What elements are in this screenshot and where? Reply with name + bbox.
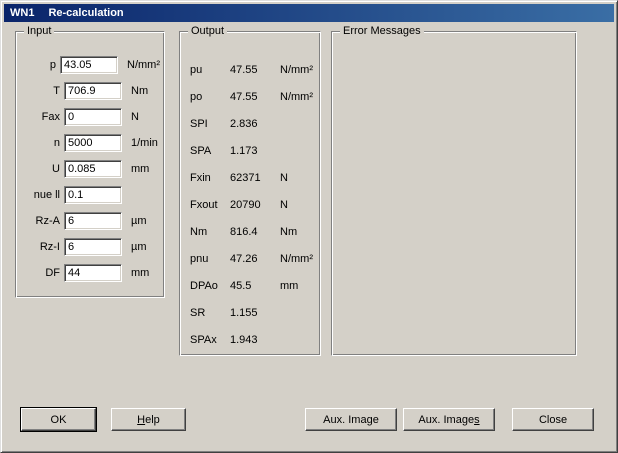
output-value: 47.55: [230, 64, 280, 76]
output-value: 816.4: [230, 226, 280, 238]
app-name: WN1: [10, 7, 34, 19]
output-row-pnu: pnu 47.26 N/mm²: [190, 245, 318, 272]
output-label: pu: [190, 64, 230, 76]
output-label: po: [190, 91, 230, 103]
input-unit-rz-a: µm: [131, 215, 147, 227]
ok-button-label: OK: [51, 414, 67, 426]
output-unit: N/mm²: [280, 91, 313, 103]
input-row-nue: nue ll: [20, 182, 160, 208]
input-row-u: U mm: [20, 156, 160, 182]
output-label: SR: [190, 307, 230, 319]
output-value: 20790: [230, 199, 280, 211]
output-label: SPAx: [190, 334, 230, 346]
output-label: pnu: [190, 253, 230, 265]
input-unit-fax: N: [131, 111, 139, 123]
output-unit: N: [280, 172, 288, 184]
output-value: 1.943: [230, 334, 280, 346]
output-value: 47.26: [230, 253, 280, 265]
input-field-u[interactable]: [64, 160, 122, 178]
dialog-title: Re-calculation: [48, 7, 123, 19]
output-value: 2.836: [230, 118, 280, 130]
output-row-po: po 47.55 N/mm²: [190, 83, 318, 110]
output-row-pu: pu 47.55 N/mm²: [190, 56, 318, 83]
input-group-label: Input: [24, 24, 54, 38]
output-value: 1.173: [230, 145, 280, 157]
input-row-n: n 1/min: [20, 130, 160, 156]
input-label-rz-i: Rz-I: [20, 241, 60, 253]
output-row-spax: SPAx 1.943: [190, 326, 318, 353]
output-rows: pu 47.55 N/mm² po 47.55 N/mm² SPI 2.836 …: [190, 56, 318, 353]
input-label-rz-a: Rz-A: [20, 215, 60, 227]
input-label-u: U: [20, 163, 60, 175]
input-row-t: T Nm: [20, 78, 160, 104]
input-unit-rz-i: µm: [131, 241, 147, 253]
output-group: Output pu 47.55 N/mm² po 47.55 N/mm² SPI…: [179, 31, 321, 356]
close-button-label: Close: [539, 414, 567, 426]
output-group-label: Output: [188, 24, 227, 38]
input-unit-u: mm: [131, 163, 149, 175]
input-unit-n: 1/min: [131, 137, 158, 149]
output-unit: mm: [280, 280, 298, 292]
output-label: DPAo: [190, 280, 230, 292]
output-row-fxin: Fxin 62371 N: [190, 164, 318, 191]
input-unit-p: N/mm²: [127, 59, 160, 71]
output-value: 45.5: [230, 280, 280, 292]
output-label: SPI: [190, 118, 230, 130]
input-label-fax: Fax: [20, 111, 60, 123]
input-field-p[interactable]: [60, 56, 118, 74]
output-unit: N/mm²: [280, 64, 313, 76]
input-rows: p N/mm² T Nm Fax N n 1/min U: [20, 52, 160, 286]
input-row-rz-i: Rz-I µm: [20, 234, 160, 260]
input-unit-df: mm: [131, 267, 149, 279]
output-row-dpao: DPAo 45.5 mm: [190, 272, 318, 299]
input-row-rz-a: Rz-A µm: [20, 208, 160, 234]
input-label-t: T: [20, 85, 60, 97]
input-label-p: p: [20, 59, 56, 71]
output-unit: Nm: [280, 226, 297, 238]
help-button-label: Help: [137, 414, 160, 426]
input-field-t[interactable]: [64, 82, 122, 100]
output-value: 1.155: [230, 307, 280, 319]
output-value: 62371: [230, 172, 280, 184]
dialog-window: WN1 Re-calculation Input p N/mm² T Nm Fa…: [0, 0, 618, 453]
output-label: SPA: [190, 145, 230, 157]
output-row-sr: SR 1.155: [190, 299, 318, 326]
input-row-fax: Fax N: [20, 104, 160, 130]
output-row-nm: Nm 816.4 Nm: [190, 218, 318, 245]
aux-image-button[interactable]: Aux. Image: [305, 408, 397, 431]
output-value: 47.55: [230, 91, 280, 103]
output-unit: N: [280, 199, 288, 211]
input-field-nue[interactable]: [64, 186, 122, 204]
aux-image-button-label: Aux. Image: [323, 414, 379, 426]
input-field-rz-i[interactable]: [64, 238, 122, 256]
output-row-spi: SPI 2.836: [190, 110, 318, 137]
error-messages-group: Error Messages: [331, 31, 577, 356]
input-row-df: DF mm: [20, 260, 160, 286]
aux-images-button[interactable]: Aux. Images: [403, 408, 495, 431]
output-unit: N/mm²: [280, 253, 313, 265]
input-field-rz-a[interactable]: [64, 212, 122, 230]
output-row-spa: SPA 1.173: [190, 137, 318, 164]
ok-button[interactable]: OK: [21, 408, 96, 431]
input-label-nue: nue ll: [20, 189, 60, 201]
output-row-fxout: Fxout 20790 N: [190, 191, 318, 218]
aux-images-button-label: Aux. Images: [418, 414, 479, 426]
input-field-fax[interactable]: [64, 108, 122, 126]
close-button[interactable]: Close: [512, 408, 594, 431]
output-label: Fxin: [190, 172, 230, 184]
input-group: Input p N/mm² T Nm Fax N n 1/min: [15, 31, 165, 298]
input-unit-t: Nm: [131, 85, 148, 97]
input-field-df[interactable]: [64, 264, 122, 282]
help-button[interactable]: Help: [111, 408, 186, 431]
title-bar[interactable]: WN1 Re-calculation: [4, 4, 614, 22]
input-label-df: DF: [20, 267, 60, 279]
output-label: Fxout: [190, 199, 230, 211]
error-messages-group-label: Error Messages: [340, 24, 424, 38]
input-field-n[interactable]: [64, 134, 122, 152]
input-label-n: n: [20, 137, 60, 149]
output-label: Nm: [190, 226, 230, 238]
input-row-p: p N/mm²: [20, 52, 160, 78]
